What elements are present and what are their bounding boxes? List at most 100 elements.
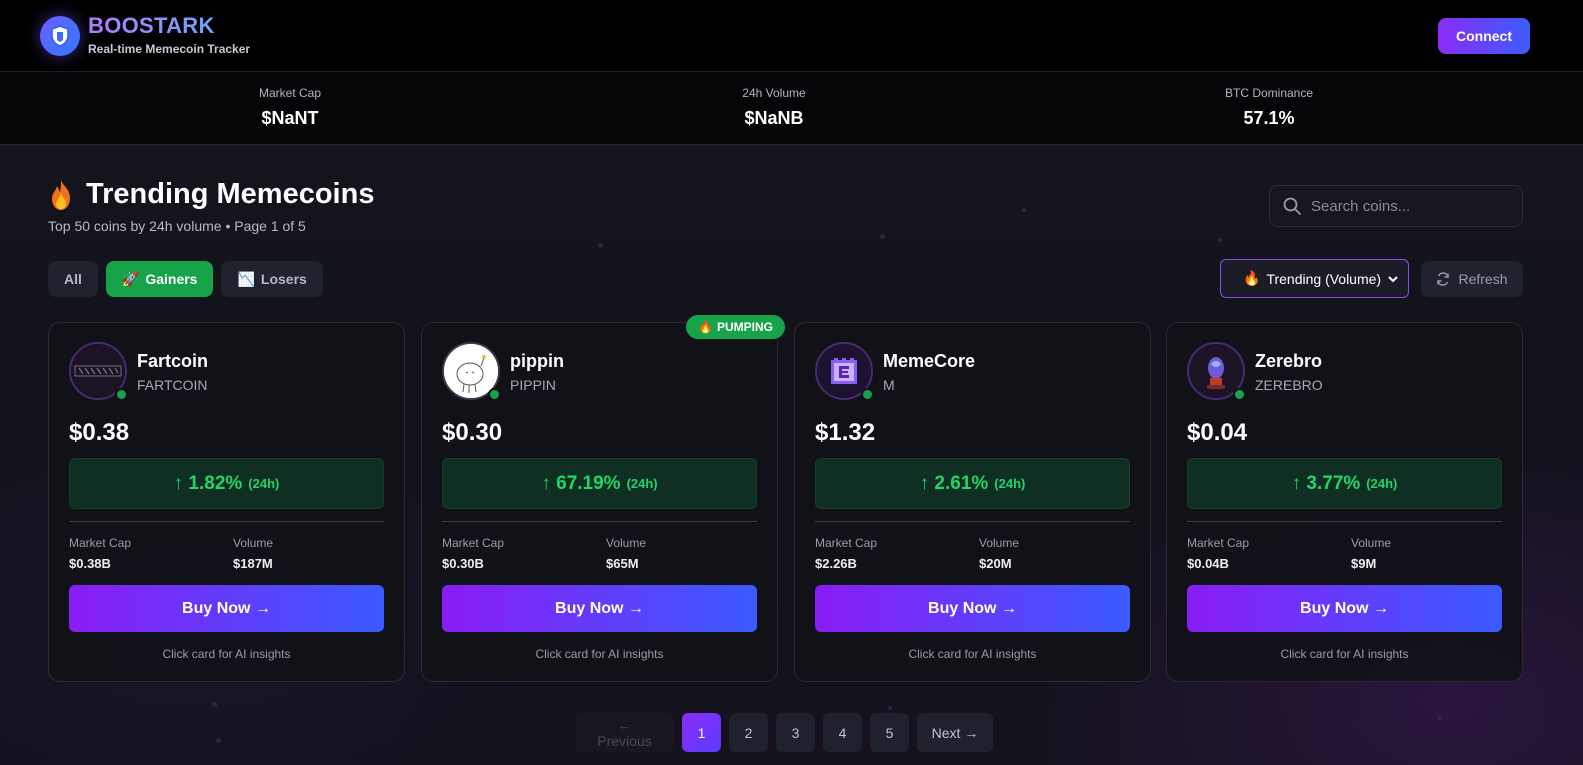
- refresh-icon: [1437, 272, 1450, 286]
- market-stats-bar: Market Cap $NaNT 24h Volume $NaNB BTC Do…: [0, 72, 1583, 145]
- market-cap-value: $0.38B: [69, 556, 111, 571]
- page-button-3[interactable]: 3: [776, 713, 815, 752]
- coin-symbol: M: [883, 377, 895, 393]
- page-button-4[interactable]: 4: [823, 713, 862, 752]
- connect-button[interactable]: Connect: [1438, 17, 1530, 54]
- title-row: Trending Memecoins: [48, 178, 374, 211]
- brand[interactable]: BOOSTARK Real-time Memecoin Tracker: [40, 15, 250, 56]
- market-cap-label: Market Cap: [1187, 536, 1250, 550]
- page-button-2[interactable]: 2: [729, 713, 768, 752]
- coin-price: $0.38: [69, 419, 130, 446]
- fire-icon: 🔥: [698, 320, 713, 334]
- coin-card[interactable]: MemeCore M $1.32 ↑ 2.61% (24h) Market Ca…: [794, 322, 1151, 682]
- filter-label: All: [64, 271, 82, 287]
- pagination: ← Previous 1 2 3 4 5 Next →: [575, 713, 993, 752]
- stat-value: $NaNB: [744, 108, 804, 128]
- divider: [815, 521, 1130, 522]
- rocket-icon: 🚀: [121, 270, 140, 287]
- page-subtitle: Top 50 coins by 24h volume • Page 1 of 5: [48, 218, 306, 234]
- market-cap-label: Market Cap: [442, 536, 505, 550]
- pumping-badge: 🔥 PUMPING: [686, 315, 785, 339]
- sort-select[interactable]: 🔥 Trending (Volume): [1220, 259, 1409, 298]
- page-button-1[interactable]: 1: [682, 713, 721, 752]
- stat-label: 24h Volume: [742, 86, 806, 100]
- filter-gainers-button[interactable]: 🚀 Gainers: [105, 261, 214, 297]
- change-period: (24h): [248, 476, 280, 491]
- search-input[interactable]: [1311, 197, 1501, 215]
- app-header: BOOSTARK Real-time Memecoin Tracker Conn…: [0, 0, 1583, 72]
- market-cap-value: $0.30B: [442, 556, 484, 571]
- coin-name: pippin: [510, 351, 564, 371]
- change-percent: ↑ 3.77%: [1291, 472, 1361, 494]
- price-change-box: ↑ 1.82% (24h): [69, 458, 384, 509]
- change-percent: ↑ 67.19%: [541, 472, 621, 494]
- volume-value: $187M: [233, 556, 273, 571]
- search-box[interactable]: [1269, 185, 1523, 227]
- chevron-down-icon: [1388, 275, 1398, 282]
- ai-insights-hint: Click card for AI insights: [908, 647, 1037, 661]
- filter-all-button[interactable]: All: [48, 261, 98, 297]
- market-cap-value: $0.04B: [1187, 556, 1229, 571]
- decorative-dot: [1218, 238, 1222, 242]
- fire-icon: [52, 179, 70, 210]
- previous-page-button[interactable]: ← Previous: [575, 713, 674, 752]
- page-button-5[interactable]: 5: [870, 713, 909, 752]
- chart-down-icon: 📉: [237, 270, 255, 287]
- coin-card[interactable]: Zerebro ZEREBRO $0.04 ↑ 3.77% (24h) Mark…: [1166, 322, 1523, 682]
- search-icon: [1283, 197, 1301, 215]
- buy-now-button[interactable]: Buy Now →: [69, 585, 384, 632]
- online-indicator: [861, 388, 874, 401]
- page-title: Trending Memecoins: [86, 178, 375, 210]
- market-cap-value: $2.26B: [815, 556, 857, 571]
- coin-symbol: ZEREBRO: [1255, 377, 1323, 393]
- market-cap-label: Market Cap: [815, 536, 878, 550]
- online-indicator: [1233, 388, 1246, 401]
- stat-value: 57.1%: [1243, 108, 1295, 128]
- change-period: (24h): [626, 476, 658, 491]
- filter-label: Losers: [260, 271, 307, 287]
- volume-label: Volume: [979, 536, 1020, 550]
- filter-label: Gainers: [145, 271, 198, 287]
- stat-label: BTC Dominance: [1224, 86, 1314, 100]
- ai-insights-hint: Click card for AI insights: [535, 647, 664, 661]
- coin-symbol: FARTCOIN: [137, 377, 208, 393]
- coin-price: $0.30: [442, 419, 503, 446]
- online-indicator: [488, 388, 501, 401]
- coin-name: Zerebro: [1255, 351, 1323, 371]
- change-percent: ↑ 1.82%: [173, 472, 243, 494]
- volume-value: $20M: [979, 556, 1012, 571]
- sort-selected-value: Trending (Volume): [1266, 270, 1382, 287]
- buy-now-button[interactable]: Buy Now →: [815, 585, 1130, 632]
- ai-insights-hint: Click card for AI insights: [162, 647, 291, 661]
- brand-title: BOOSTARK: [88, 15, 250, 37]
- coin-price: $1.32: [815, 419, 876, 446]
- stat-value: $NaNT: [261, 108, 319, 128]
- online-indicator: [115, 388, 128, 401]
- shield-logo-icon: [40, 15, 80, 56]
- coin-card[interactable]: 🔥 PUMPING pippin PIPPIN $0.30 ↑ 67.19% (…: [421, 315, 785, 682]
- stat-btc-dominance: BTC Dominance 57.1%: [1169, 86, 1369, 129]
- decorative-dot: [1022, 208, 1026, 212]
- divider: [442, 521, 757, 522]
- coin-symbol: PIPPIN: [510, 377, 556, 393]
- filter-losers-button[interactable]: 📉 Losers: [221, 261, 323, 297]
- change-percent: ↑ 2.61%: [919, 472, 989, 494]
- buy-now-button[interactable]: Buy Now →: [1187, 585, 1502, 632]
- filter-tabs: All 🚀 Gainers 📉 Losers: [48, 261, 323, 297]
- next-page-button[interactable]: Next →: [917, 713, 993, 752]
- coin-card[interactable]: Fartcoin FARTCOIN $0.38 ↑ 1.82% (24h) Ma…: [48, 322, 405, 682]
- decorative-dot: [888, 706, 892, 710]
- volume-label: Volume: [233, 536, 274, 550]
- price-change-box: ↑ 3.77% (24h): [1187, 458, 1502, 509]
- fire-icon: 🔥: [1243, 270, 1261, 286]
- brand-subtitle: Real-time Memecoin Tracker: [88, 42, 251, 56]
- decorative-dot: [598, 243, 603, 248]
- decorative-dot: [1438, 716, 1442, 720]
- refresh-button[interactable]: Refresh: [1421, 261, 1523, 297]
- decorative-dot: [212, 702, 217, 707]
- stat-24h-volume: 24h Volume $NaNB: [674, 86, 874, 129]
- volume-value: $65M: [606, 556, 639, 571]
- price-change-box: ↑ 67.19% (24h): [442, 458, 757, 509]
- buy-now-button[interactable]: Buy Now →: [442, 585, 757, 632]
- change-period: (24h): [1366, 476, 1398, 491]
